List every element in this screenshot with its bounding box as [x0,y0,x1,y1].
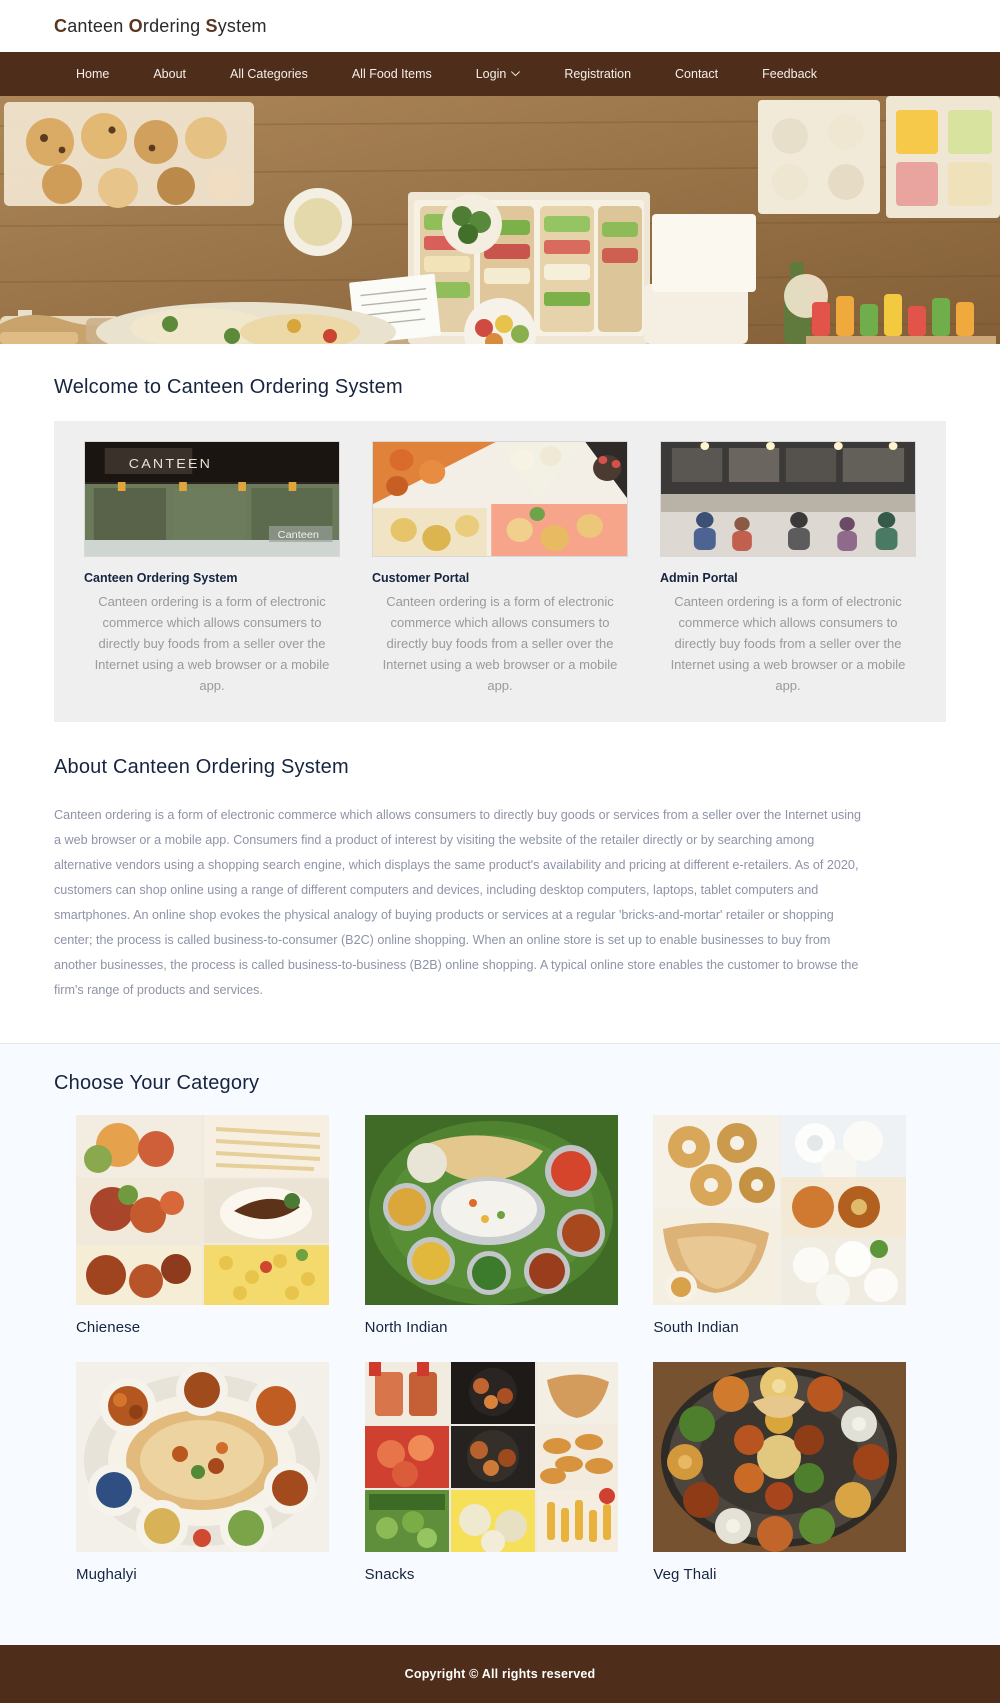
main-navigation: Home About All Categories All Food Items… [0,52,1000,96]
welcome-section: Welcome to Canteen Ordering System CANTE… [0,344,1000,722]
nav-label-all-food-items: All Food Items [351,67,432,81]
category-card-snacks[interactable]: Snacks [364,1362,636,1605]
welcome-card-customer-portal[interactable]: Customer Portal Canteen ordering is a fo… [356,441,644,696]
welcome-card-canteen-ordering-system[interactable]: CANTEEN Canteen Canteen Ordering System … [68,441,356,696]
about-section: About Canteen Ordering System Canteen or… [0,722,1000,1044]
logo-cap-s: S [205,15,218,36]
nav-item-home[interactable]: Home [54,52,131,96]
category-title: Choose Your Category [54,1072,260,1094]
card-image-canteen-ordering-system: CANTEEN Canteen [84,441,340,557]
category-image-mughalyi [76,1362,329,1552]
hero-banner-image [0,96,1000,344]
logo-cap-c: C [54,15,68,36]
card-title-admin-portal: Admin Portal [660,571,738,585]
card-text-customer-portal: Canteen ordering is a form of electronic… [382,594,618,693]
nav-item-all-categories[interactable]: All Categories [208,52,330,96]
category-image-chienese [76,1115,329,1305]
category-image-north-indian [364,1115,618,1305]
nav-item-about[interactable]: About [131,52,208,96]
category-label-mughalyi: Mughalyi [76,1566,137,1583]
category-grid: Chienese North Indian South Indian Mugha… [54,1115,946,1605]
card-title-customer-portal: Customer Portal [372,571,470,585]
nav-label-about: About [153,67,187,81]
nav-item-feedback[interactable]: Feedback [740,52,839,96]
nav-list: Home About All Categories All Food Items… [54,52,839,97]
category-card-north-indian[interactable]: North Indian [364,1115,636,1358]
svg-text:Canteen: Canteen [278,530,320,540]
category-label-north-indian: North Indian [364,1319,448,1336]
nav-link-about[interactable]: About [131,52,208,96]
nav-item-registration[interactable]: Registration [542,52,653,96]
nav-item-contact[interactable]: Contact [653,52,740,96]
site-logo[interactable]: Canteen Ordering System [54,16,267,37]
nav-label-registration: Registration [564,67,632,81]
category-card-veg-thali[interactable]: Veg Thali [653,1362,924,1605]
chevron-down-icon [511,52,521,96]
nav-link-home[interactable]: Home [54,52,131,96]
card-image-admin-portal [660,441,916,557]
category-card-chienese[interactable]: Chienese [76,1115,347,1358]
nav-link-login[interactable]: Login [454,52,543,97]
site-footer: Copyright © All rights reserved [0,1645,1000,1703]
logo-rest-3: ystem [217,15,267,36]
nav-link-all-food-items[interactable]: All Food Items [330,52,454,96]
category-section: Choose Your Category Chienese North Indi… [0,1044,1000,1645]
category-image-snacks [364,1362,618,1552]
welcome-cards: CANTEEN Canteen Canteen Ordering System … [54,421,946,722]
logo-rest-2: rdering [142,15,206,36]
about-title: About Canteen Ordering System [54,756,349,778]
category-image-veg-thali [653,1362,907,1552]
welcome-title: Welcome to Canteen Ordering System [54,376,403,398]
welcome-card-admin-portal[interactable]: Admin Portal Canteen ordering is a form … [644,441,932,696]
category-label-chienese: Chienese [76,1319,141,1336]
footer-copyright: Copyright © All rights reserved [404,1667,596,1681]
nav-link-contact[interactable]: Contact [653,52,740,96]
category-label-snacks: Snacks [364,1566,415,1583]
nav-link-registration[interactable]: Registration [542,52,653,96]
logo-rest-1: anteen [67,15,129,36]
nav-link-feedback[interactable]: Feedback [740,52,839,96]
nav-label-all-categories: All Categories [230,67,308,81]
about-paragraph: Canteen ordering is a form of electronic… [54,808,862,997]
category-label-veg-thali: Veg Thali [653,1566,717,1583]
site-header: Canteen Ordering System [0,0,1000,52]
svg-text:CANTEEN: CANTEEN [129,457,212,471]
logo-cap-o: O [128,15,143,36]
card-text-admin-portal: Canteen ordering is a form of electronic… [670,594,906,693]
card-text-canteen-ordering-system: Canteen ordering is a form of electronic… [94,594,330,693]
nav-link-all-categories[interactable]: All Categories [208,52,330,96]
category-label-south-indian: South Indian [653,1319,739,1336]
card-image-customer-portal [372,441,628,557]
nav-label-feedback: Feedback [762,67,818,81]
card-title-canteen-ordering-system: Canteen Ordering System [84,571,238,585]
category-card-south-indian[interactable]: South Indian [653,1115,924,1358]
nav-label-login: Login [475,66,507,81]
category-card-mughalyi[interactable]: Mughalyi [76,1362,347,1605]
category-image-south-indian [653,1115,907,1305]
nav-item-all-food-items[interactable]: All Food Items [330,52,454,96]
nav-label-contact: Contact [675,67,719,81]
nav-item-login[interactable]: Login [454,52,543,97]
nav-label-home: Home [76,67,110,81]
